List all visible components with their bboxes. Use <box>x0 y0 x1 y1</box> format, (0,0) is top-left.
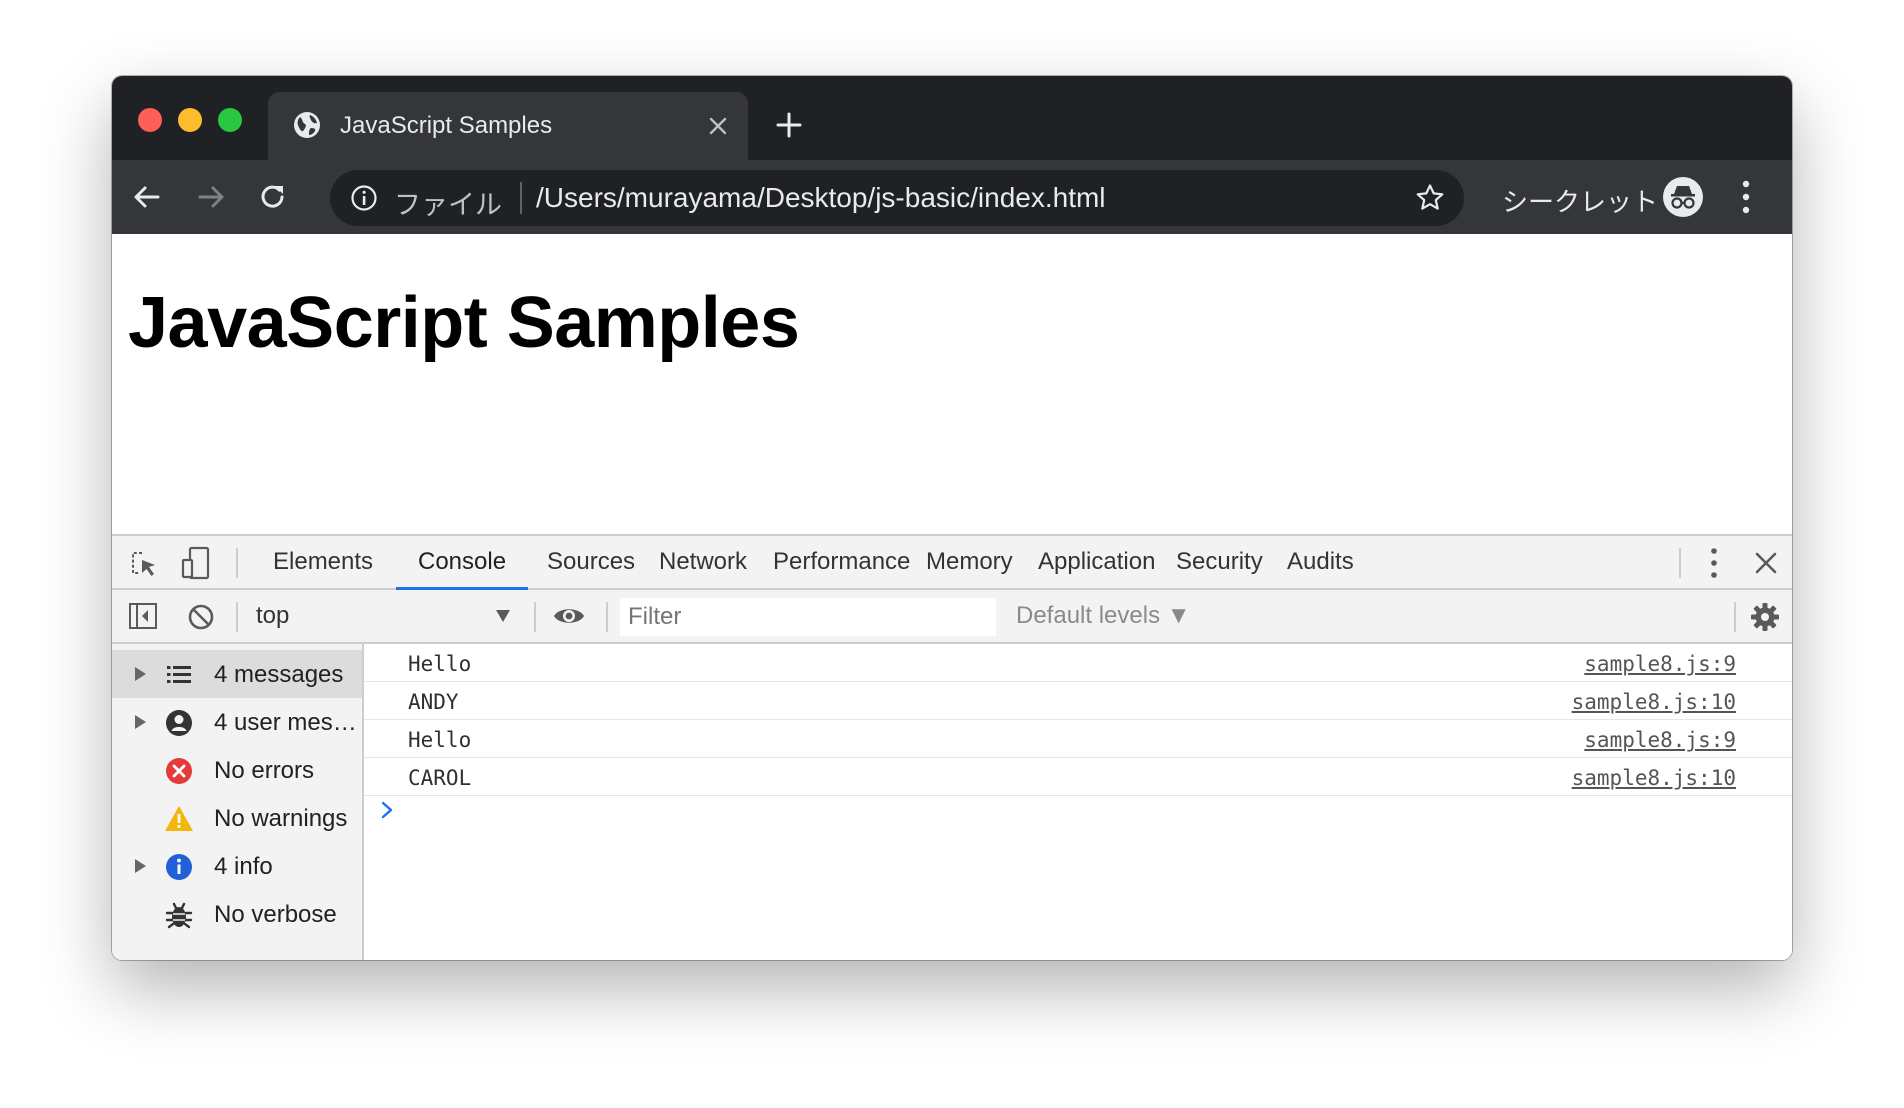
tab-strip: JavaScript Samples <box>112 76 1792 160</box>
tab-console[interactable]: Console <box>396 536 529 590</box>
url-scheme-label: ファイル <box>394 190 502 220</box>
devtools-panel: Elements Console Sources Network Perform… <box>112 534 1792 960</box>
console-output: Hello sample8.js:9 ANDY sample8.js:10 He… <box>364 644 1792 960</box>
console-log-row: ANDY sample8.js:10 <box>364 682 1792 720</box>
new-tab-icon[interactable] <box>774 110 804 140</box>
devtools-divider <box>236 602 238 632</box>
log-source-link[interactable]: sample8.js:9 <box>1584 652 1736 676</box>
tab-elements[interactable]: Elements <box>251 536 395 590</box>
log-message: ANDY <box>408 690 459 714</box>
bug-icon <box>165 902 193 929</box>
sidebar-item-label: No warnings <box>214 805 348 832</box>
reload-icon[interactable] <box>256 180 290 214</box>
sidebar-item-label: 4 user messages <box>214 709 360 736</box>
incognito-icon[interactable] <box>1662 176 1704 218</box>
live-expression-eye-icon[interactable] <box>552 604 586 628</box>
zoom-window-button[interactable] <box>218 108 242 132</box>
profile-label[interactable]: シークレット <box>1502 182 1658 219</box>
sidebar-item-verbose[interactable]: No verbose <box>112 890 362 938</box>
devtools-divider <box>1679 548 1681 578</box>
clear-console-icon[interactable] <box>186 602 216 632</box>
filter-input[interactable] <box>620 598 996 636</box>
sidebar-item-warnings[interactable]: No warnings <box>112 794 362 842</box>
devtools-divider <box>606 602 608 632</box>
list-icon <box>167 666 191 683</box>
browser-toolbar: ファイル /Users/murayama/Desktop/js-basic/in… <box>112 160 1792 234</box>
sidebar-item-info[interactable]: 4 info <box>112 842 362 890</box>
info-icon[interactable] <box>350 184 378 212</box>
expand-triangle-icon[interactable] <box>134 667 146 681</box>
info-icon <box>166 854 192 880</box>
device-toolbar-icon[interactable] <box>180 546 212 580</box>
tab-close-icon[interactable] <box>706 114 730 138</box>
tab-network[interactable]: Network <box>637 536 769 590</box>
user-icon <box>166 710 192 736</box>
url-text[interactable]: /Users/murayama/Desktop/js-basic/index.h… <box>536 182 1106 214</box>
sidebar-item-messages[interactable]: 4 messages <box>112 650 362 698</box>
back-arrow-icon[interactable] <box>130 180 164 214</box>
console-prompt-icon[interactable] <box>380 800 394 820</box>
sidebar-item-label: No verbose <box>214 901 337 928</box>
globe-icon <box>294 112 320 138</box>
browser-tab[interactable]: JavaScript Samples <box>268 92 748 160</box>
context-selector[interactable]: top <box>256 602 289 630</box>
log-source-link[interactable]: sample8.js:10 <box>1572 690 1736 714</box>
sidebar-item-errors[interactable]: No errors <box>112 746 362 794</box>
log-message: CAROL <box>408 766 472 790</box>
log-source-link[interactable]: sample8.js:10 <box>1572 766 1736 790</box>
warning-icon <box>165 806 193 831</box>
expand-triangle-icon[interactable] <box>134 715 146 729</box>
tab-audits[interactable]: Audits <box>1265 536 1376 590</box>
console-log-row: Hello sample8.js:9 <box>364 644 1792 682</box>
sidebar-item-user-messages[interactable]: 4 user messages <box>112 698 362 746</box>
devtools-tab-bar: Elements Console Sources Network Perform… <box>112 536 1792 590</box>
console-log-row: CAROL sample8.js:10 <box>364 758 1792 796</box>
sidebar-toggle-icon[interactable] <box>128 602 158 630</box>
devtools-close-icon[interactable] <box>1752 549 1780 577</box>
console-log-row: Hello sample8.js:9 <box>364 720 1792 758</box>
console-toolbar: top Default levels ▼ <box>112 590 1792 644</box>
page-content: JavaScript Samples <box>112 234 1792 534</box>
error-icon <box>166 758 192 784</box>
sidebar-item-label: No errors <box>214 757 315 784</box>
console-sidebar: 4 messages 4 user messages No errors <box>112 644 364 960</box>
devtools-divider <box>236 548 238 578</box>
forward-arrow-icon[interactable] <box>194 180 228 214</box>
sidebar-item-label: 4 messages <box>214 661 344 688</box>
bookmark-star-icon[interactable] <box>1414 182 1446 214</box>
log-message: Hello <box>408 728 472 752</box>
inspect-element-icon[interactable] <box>128 548 160 580</box>
minimize-window-button[interactable] <box>178 108 202 132</box>
settings-gear-icon[interactable] <box>1750 602 1780 632</box>
log-levels-dropdown[interactable]: Default levels ▼ <box>1016 602 1191 630</box>
devtools-divider <box>1734 602 1736 632</box>
url-divider <box>520 182 522 214</box>
log-message: Hello <box>408 652 472 676</box>
devtools-menu-icon[interactable] <box>1708 546 1720 580</box>
expand-triangle-icon[interactable] <box>134 859 146 873</box>
browser-window: JavaScript Samples ファイル /Users/murayama/… <box>112 76 1792 960</box>
close-window-button[interactable] <box>138 108 162 132</box>
log-source-link[interactable]: sample8.js:9 <box>1584 728 1736 752</box>
tab-title: JavaScript Samples <box>340 112 553 139</box>
chevron-down-icon[interactable] <box>496 610 510 622</box>
more-menu-icon[interactable] <box>1740 178 1752 216</box>
devtools-divider <box>534 602 536 632</box>
page-heading: JavaScript Samples <box>128 283 800 363</box>
address-bar[interactable]: ファイル /Users/murayama/Desktop/js-basic/in… <box>330 170 1464 226</box>
sidebar-item-label: 4 info <box>214 853 273 880</box>
